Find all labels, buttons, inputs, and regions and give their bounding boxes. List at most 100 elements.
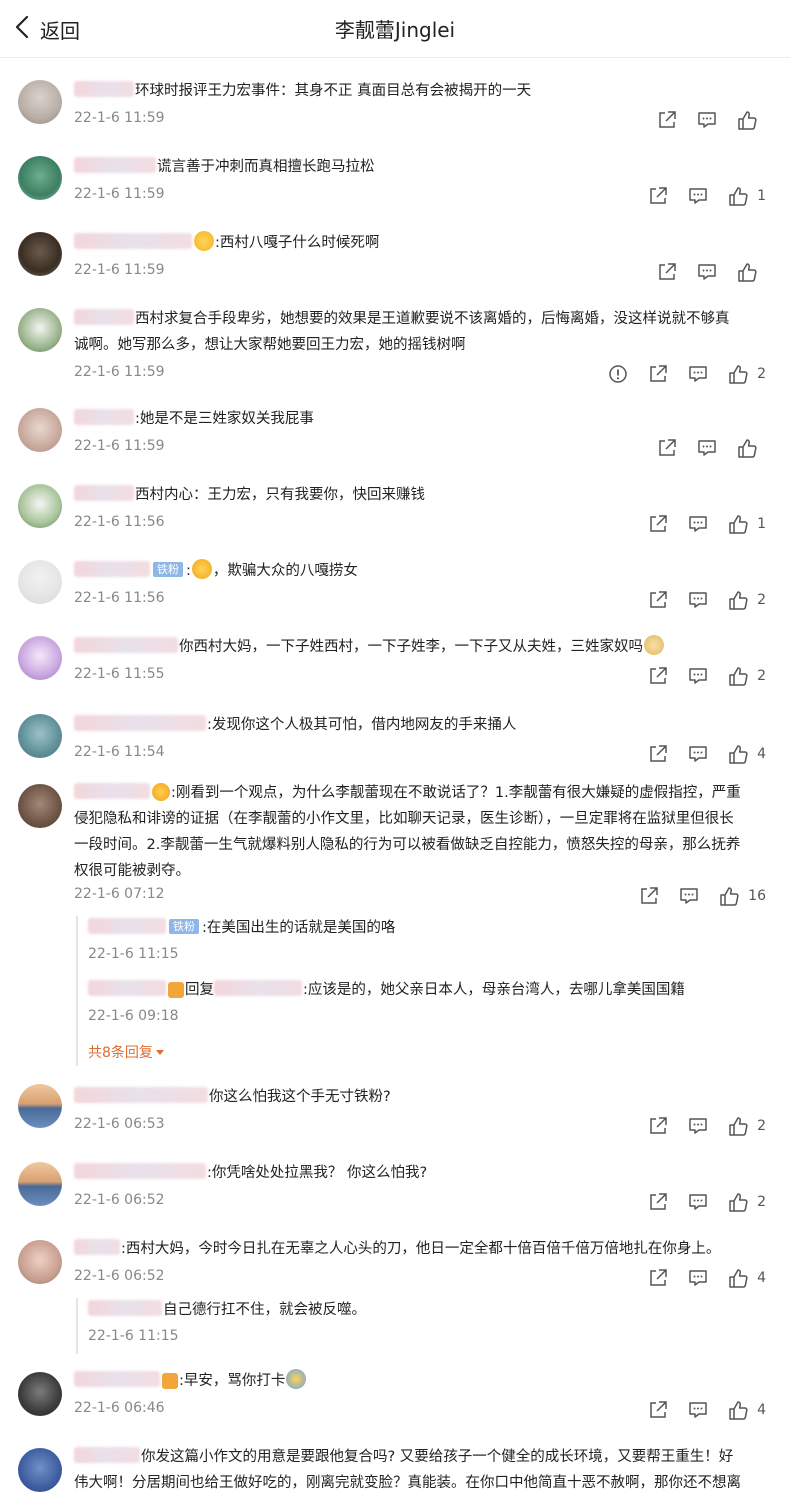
more-replies-link[interactable]: 共8条回复	[88, 1042, 164, 1062]
avatar[interactable]	[18, 1240, 62, 1284]
avatar[interactable]	[18, 80, 62, 124]
username-blurred[interactable]	[74, 81, 134, 97]
share-icon[interactable]	[647, 513, 669, 535]
like-button[interactable]: 1	[727, 513, 766, 535]
like-count: 2	[757, 366, 766, 382]
share-icon[interactable]	[656, 261, 678, 283]
username-blurred[interactable]	[74, 157, 156, 173]
username-blurred[interactable]	[74, 1371, 160, 1387]
username-blurred[interactable]	[74, 233, 192, 249]
comment-text: 你这么怕我这个手无寸铁粉?	[209, 1089, 391, 1105]
username-blurred[interactable]	[74, 637, 178, 653]
avatar[interactable]	[18, 1084, 62, 1128]
like-button[interactable]: 2	[727, 589, 766, 611]
share-icon[interactable]	[647, 665, 669, 687]
like-button[interactable]: 4	[727, 1267, 766, 1289]
comment-icon[interactable]	[687, 513, 709, 535]
avatar[interactable]	[18, 408, 62, 452]
comment-time: 22-1-6 11:59	[74, 186, 165, 202]
like-icon	[736, 437, 758, 459]
comment-item: :刚看到一个观点，为什么李靓蕾现在不敢说话了？1.李靓蕾有很大嫌疑的虚假指控，严…	[0, 776, 790, 1080]
comment-icon[interactable]	[696, 261, 718, 283]
comment-item: :西村大妈，今时今日扎在无辜之人心头的刀，他日一定全都十倍百倍千倍万倍地扎在你身…	[0, 1232, 790, 1364]
username-blurred[interactable]	[74, 409, 134, 425]
avatar[interactable]	[18, 1372, 62, 1416]
avatar[interactable]	[18, 232, 62, 276]
comment-time: 22-1-6 11:59	[74, 364, 165, 380]
username-blurred[interactable]	[74, 1087, 208, 1103]
username-blurred[interactable]	[74, 561, 150, 577]
comment-icon[interactable]	[687, 1115, 709, 1137]
like-button[interactable]	[736, 437, 766, 459]
username-blurred[interactable]	[88, 980, 166, 996]
like-button[interactable]: 2	[727, 1115, 766, 1137]
comment-icon[interactable]	[696, 437, 718, 459]
like-count: 2	[757, 592, 766, 608]
share-icon[interactable]	[656, 109, 678, 131]
comment-icon[interactable]	[687, 1399, 709, 1421]
comment-actions: 4	[647, 1399, 766, 1421]
username-blurred[interactable]	[74, 783, 150, 799]
comment-icon[interactable]	[687, 1191, 709, 1213]
comment-text-line4: 权很可能被剥夺。	[74, 863, 190, 879]
like-button[interactable]	[736, 109, 766, 131]
share-icon[interactable]	[647, 363, 669, 385]
comment-item: :你凭啥处处拉黑我？ 你这么怕我? 22-1-6 06:52 2	[0, 1156, 790, 1232]
like-button[interactable]	[736, 261, 766, 283]
reply-text: :应该是的，她父亲日本人，母亲台湾人，去哪儿拿美国国籍	[303, 982, 685, 998]
share-icon[interactable]	[647, 743, 669, 765]
like-button[interactable]: 2	[727, 1191, 766, 1213]
share-icon[interactable]	[647, 589, 669, 611]
comment-icon[interactable]	[687, 743, 709, 765]
share-icon[interactable]	[647, 1267, 669, 1289]
comment-icon[interactable]	[687, 1267, 709, 1289]
username-blurred[interactable]	[74, 1239, 120, 1255]
like-button[interactable]: 1	[727, 185, 766, 207]
username-blurred[interactable]	[74, 1163, 206, 1179]
like-button[interactable]: 16	[718, 885, 766, 907]
share-icon[interactable]	[656, 437, 678, 459]
like-button[interactable]: 2	[727, 363, 766, 385]
comment-icon[interactable]	[678, 885, 700, 907]
comment-icon[interactable]	[687, 665, 709, 687]
like-button[interactable]: 4	[727, 743, 766, 765]
username-blurred[interactable]	[74, 485, 134, 501]
doge-emoji-icon	[644, 635, 664, 655]
comment-icon[interactable]	[687, 363, 709, 385]
avatar[interactable]	[18, 484, 62, 528]
avatar[interactable]	[18, 784, 62, 828]
share-icon[interactable]	[647, 185, 669, 207]
avatar[interactable]	[18, 636, 62, 680]
username-blurred[interactable]	[74, 309, 134, 325]
comment-icon[interactable]	[687, 185, 709, 207]
comment-icon[interactable]	[687, 589, 709, 611]
share-icon[interactable]	[647, 1399, 669, 1421]
share-icon[interactable]	[647, 1191, 669, 1213]
comment-item: 你这么怕我这个手无寸铁粉? 22-1-6 06:53 2	[0, 1080, 790, 1156]
avatar[interactable]	[18, 714, 62, 758]
avatar[interactable]	[18, 308, 62, 352]
like-button[interactable]: 4	[727, 1399, 766, 1421]
comment-text-line2: 侵犯隐私和诽谤的证据（在李靓蕾的小作文里，比如聊天记录，医生诊断），一旦定罪将在…	[74, 811, 734, 827]
username-blurred[interactable]	[88, 1300, 162, 1316]
username-blurred[interactable]	[74, 715, 206, 731]
share-icon[interactable]	[647, 1115, 669, 1137]
comment-icon[interactable]	[696, 109, 718, 131]
reply-target-blurred[interactable]	[214, 980, 302, 996]
avatar[interactable]	[18, 1162, 62, 1206]
username-blurred[interactable]	[74, 1447, 140, 1463]
like-count: 4	[757, 746, 766, 762]
avatar[interactable]	[18, 560, 62, 604]
avatar[interactable]	[18, 1448, 62, 1492]
avatar[interactable]	[18, 156, 62, 200]
reply-word: 回复	[185, 982, 214, 998]
comment-text-line1: 你发这篇小作文的用意是要跟他复合吗? 又要给孩子一个健全的成长环境，又要帮王重生…	[141, 1449, 734, 1465]
username-blurred[interactable]	[88, 918, 166, 934]
comment-time: 22-1-6 06:52	[74, 1268, 165, 1284]
comment-text-line1: :刚看到一个观点，为什么李靓蕾现在不敢说话了？1.李靓蕾有很大嫌疑的虚假指控，严…	[171, 785, 741, 801]
like-count: 4	[757, 1270, 766, 1286]
comment-text-line1: 西村求复合手段卑劣，她想要的效果是王道歉要说不该离婚的，后悔离婚，没这样说就不够…	[135, 311, 730, 327]
report-icon[interactable]	[607, 363, 629, 385]
share-icon[interactable]	[638, 885, 660, 907]
like-button[interactable]: 2	[727, 665, 766, 687]
